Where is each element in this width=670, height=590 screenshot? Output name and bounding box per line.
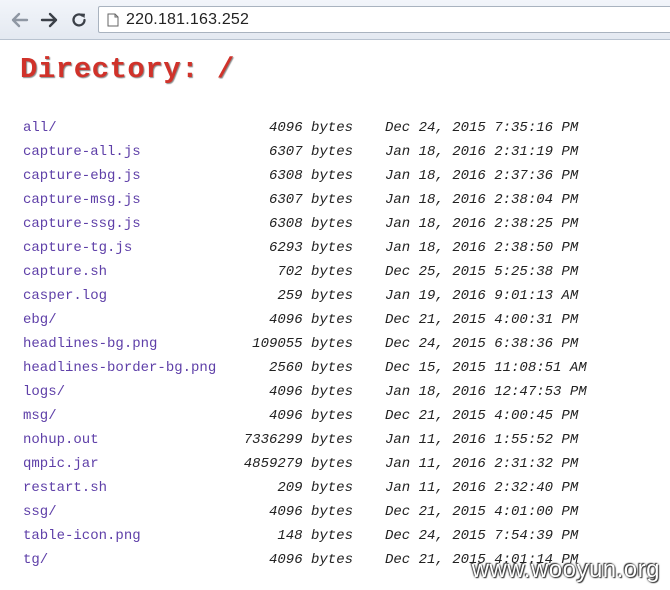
file-size: 4096 bytes <box>268 312 353 328</box>
table-row: table-icon.png 148 bytes Dec 24, 2015 7:54… <box>23 524 663 548</box>
table-row: headlines-bg.png 109055 bytes Dec 24, 2015… <box>23 332 663 356</box>
table-row: qmpic.jar 4859279 bytes Jan 11, 2016 2:31:… <box>23 452 663 476</box>
file-date: Jan 18, 2016 12:47:53 PM <box>385 384 587 400</box>
table-row: logs/4096 bytes Jan 18, 2016 12:47:53 PM <box>23 380 663 404</box>
file-listing: all/4096 bytes Dec 24, 2015 7:35:16 PM cap… <box>23 116 663 572</box>
file-date: Dec 24, 2015 6:38:36 PM <box>385 336 579 352</box>
file-size: 109055 bytes <box>252 336 353 352</box>
file-size: 4096 bytes <box>268 384 353 400</box>
file-size: 4096 bytes <box>268 504 353 520</box>
arrow-right-icon[interactable] <box>38 9 60 31</box>
file-size: 6307 bytes <box>268 144 353 160</box>
file-size: 6308 bytes <box>268 168 353 184</box>
file-date: Jan 11, 2016 1:55:52 PM <box>385 432 579 448</box>
watermark: www.wooyun.org <box>471 556 660 583</box>
file-date: Jan 18, 2016 2:38:04 PM <box>385 192 579 208</box>
file-date: Jan 11, 2016 2:32:40 PM <box>385 480 579 496</box>
table-row: capture-ebg.js 6308 bytes Jan 18, 2016 2:3… <box>23 164 663 188</box>
file-date: Jan 19, 2016 9:01:13 AM <box>385 288 579 304</box>
file-date: Dec 25, 2015 5:25:38 PM <box>385 264 579 280</box>
arrow-left-icon[interactable] <box>9 9 31 31</box>
file-date: Jan 18, 2016 2:38:25 PM <box>385 216 579 232</box>
browser-toolbar: 220.181.163.252 <box>0 0 670 40</box>
reload-icon[interactable] <box>68 9 90 31</box>
table-row: headlines-border-bg.png 2560 bytes Dec 15,… <box>23 356 663 380</box>
table-row: capture-all.js 6307 bytes Jan 18, 2016 2:3… <box>23 140 663 164</box>
file-size: 6308 bytes <box>268 216 353 232</box>
file-size: 2560 bytes <box>268 360 353 376</box>
file-date: Jan 18, 2016 2:37:36 PM <box>385 168 579 184</box>
file-date: Jan 18, 2016 2:38:50 PM <box>385 240 579 256</box>
table-row: restart.sh 209 bytes Jan 11, 2016 2:32:40 … <box>23 476 663 500</box>
table-row: capture.sh 702 bytes Dec 25, 2015 5:25:38 … <box>23 260 663 284</box>
table-row: capture-msg.js 6307 bytes Jan 18, 2016 2:3… <box>23 188 663 212</box>
table-row: casper.log 259 bytes Jan 19, 2016 9:01:13 … <box>23 284 663 308</box>
file-size: 259 bytes <box>277 288 353 304</box>
page-icon <box>107 13 119 32</box>
table-row: nohup.out 7336299 bytes Jan 11, 2016 1:55:… <box>23 428 663 452</box>
table-row: ssg/4096 bytes Dec 21, 2015 4:01:00 PM <box>23 500 663 524</box>
file-size: 4096 bytes <box>268 552 353 568</box>
file-date: Jan 11, 2016 2:31:32 PM <box>385 456 579 472</box>
file-date: Dec 21, 2015 4:00:45 PM <box>385 408 579 424</box>
table-row: msg/4096 bytes Dec 21, 2015 4:00:45 PM <box>23 404 663 428</box>
file-size: 4096 bytes <box>268 408 353 424</box>
table-row: all/4096 bytes Dec 24, 2015 7:35:16 PM <box>23 116 663 140</box>
table-row: capture-tg.js 6293 bytes Jan 18, 2016 2:38… <box>23 236 663 260</box>
table-row: capture-ssg.js 6308 bytes Jan 18, 2016 2:3… <box>23 212 663 236</box>
file-size: 4096 bytes <box>268 120 353 136</box>
url-text[interactable]: 220.181.163.252 <box>126 11 249 29</box>
file-size: 7336299 bytes <box>243 432 353 448</box>
file-date: Dec 21, 2015 4:00:31 PM <box>385 312 579 328</box>
file-size: 6293 bytes <box>268 240 353 256</box>
file-date: Dec 21, 2015 4:01:00 PM <box>385 504 579 520</box>
file-date: Dec 24, 2015 7:35:16 PM <box>385 120 579 136</box>
file-size: 6307 bytes <box>268 192 353 208</box>
file-size: 209 bytes <box>277 480 353 496</box>
table-row: ebg/4096 bytes Dec 21, 2015 4:00:31 PM <box>23 308 663 332</box>
address-bar[interactable]: 220.181.163.252 <box>98 6 670 33</box>
file-date: Jan 18, 2016 2:31:19 PM <box>385 144 579 160</box>
file-date: Dec 15, 2015 11:08:51 AM <box>385 360 587 376</box>
file-size: 4859279 bytes <box>243 456 353 472</box>
file-size: 702 bytes <box>277 264 353 280</box>
file-size: 148 bytes <box>277 528 353 544</box>
page-title: Directory: / <box>20 53 235 86</box>
file-date: Dec 24, 2015 7:54:39 PM <box>385 528 579 544</box>
